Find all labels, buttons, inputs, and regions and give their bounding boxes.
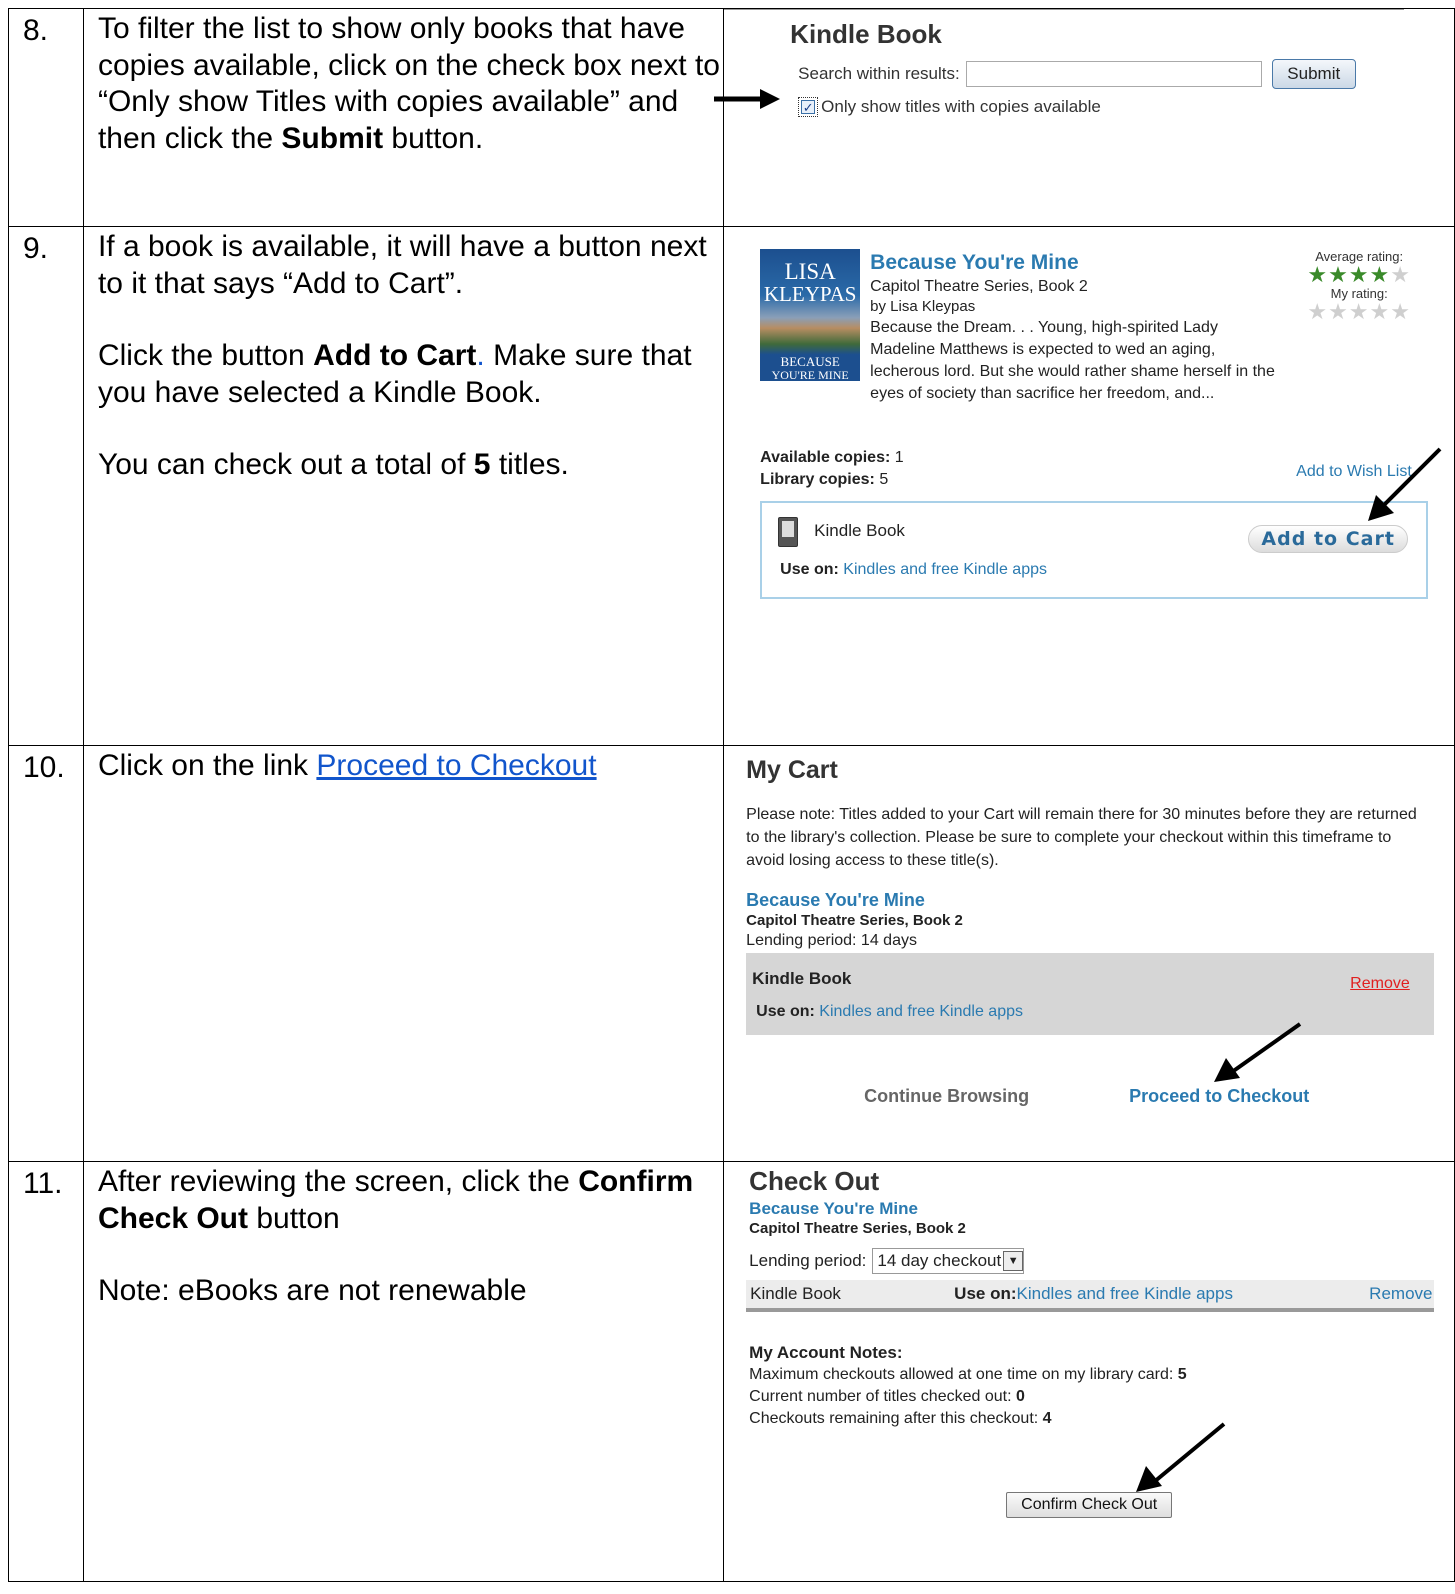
continue-browsing-link[interactable]: Continue Browsing xyxy=(864,1086,1029,1107)
cart-lending-period: Lending period: 14 days xyxy=(746,932,917,949)
section-heading: Check Out xyxy=(749,1166,880,1196)
cart-note: Please note: Titles added to your Cart w… xyxy=(746,806,1417,869)
section-heading: My Cart xyxy=(746,756,838,784)
book-author: by Lisa Kleypas xyxy=(870,298,976,315)
pointer-arrow-icon xyxy=(1136,1422,1226,1492)
step-row-11: 11. After reviewing the screen, click th… xyxy=(8,1161,1455,1582)
step-screenshot: My Cart Please note: Titles added to you… xyxy=(723,745,1455,1162)
pointer-arrow-icon xyxy=(1214,1022,1302,1082)
available-copies-label: Available copies: xyxy=(760,449,891,466)
checkout-book-title-link[interactable]: Because You're Mine xyxy=(749,1198,966,1219)
search-within-input[interactable] xyxy=(965,61,1262,87)
cart-item-panel: Kindle Book Remove Use on: Kindles and f… xyxy=(746,953,1435,1035)
instruction-text: Click the button xyxy=(97,339,314,372)
instruction-bold: 5 xyxy=(473,448,491,481)
section-heading: Kindle Book xyxy=(790,19,942,49)
my-rating-stars[interactable]: ★★★★★ xyxy=(1299,301,1419,323)
instruction-text: titles. xyxy=(490,448,569,481)
checkmark-icon: ✓ xyxy=(801,100,816,115)
add-to-cart-button[interactable]: Add to Cart xyxy=(1248,525,1409,553)
format-box: Kindle Book Add to Cart Use on: Kindles … xyxy=(760,501,1429,599)
book-title-link[interactable]: Because You're Mine xyxy=(870,249,1280,277)
step-number: 8. xyxy=(8,8,84,227)
chevron-down-icon: ▼ xyxy=(1003,1251,1024,1271)
use-on-link[interactable]: Kindles and free Kindle apps xyxy=(819,1003,1023,1020)
current-checkouts-value: 0 xyxy=(1015,1388,1025,1405)
instruction-text: button. xyxy=(383,121,484,155)
cover-title: BECAUSE xyxy=(780,354,840,369)
remaining-checkouts-label: Checkouts remaining after this checkout: xyxy=(749,1410,1039,1427)
use-on-label: Use on: xyxy=(954,1284,1017,1303)
proceed-to-checkout-reference-link[interactable]: Proceed to Checkout xyxy=(316,749,596,782)
copies-available-checkbox[interactable]: ✓ xyxy=(798,97,819,117)
step-screenshot: Check Out Because You're Mine Capitol Th… xyxy=(723,1161,1455,1582)
cover-author: LISA xyxy=(784,259,836,284)
max-checkouts-value: 5 xyxy=(1177,1366,1187,1383)
pointer-arrow-icon xyxy=(714,89,781,109)
cart-format-label: Kindle Book xyxy=(752,969,852,988)
max-checkouts-label: Maximum checkouts allowed at one time on… xyxy=(749,1366,1174,1383)
use-on-link[interactable]: Kindles and free Kindle apps xyxy=(1017,1284,1233,1303)
instruction-text: Click on the link xyxy=(97,749,317,782)
account-notes-heading: My Account Notes: xyxy=(749,1343,903,1362)
remove-link[interactable]: Remove xyxy=(1350,975,1410,993)
step-row-8: 8. To filter the list to show only books… xyxy=(8,8,1455,227)
remove-link[interactable]: Remove xyxy=(1369,1284,1432,1304)
screenshot-top-border xyxy=(724,9,1405,11)
library-copies-value: 5 xyxy=(879,471,889,488)
format-label: Kindle Book xyxy=(814,521,905,540)
search-label: Search within results: xyxy=(798,64,960,83)
lending-period-label: Lending period: xyxy=(749,1251,867,1270)
use-on-label: Use on: xyxy=(780,561,839,578)
cart-book-title-link[interactable]: Because You're Mine xyxy=(746,889,963,911)
use-on-label: Use on: xyxy=(756,1003,815,1020)
submit-button[interactable]: Submit xyxy=(1271,59,1356,89)
available-copies-value: 1 xyxy=(894,449,904,466)
remaining-checkouts-value: 4 xyxy=(1042,1410,1052,1427)
step-instructions: Click on the link Proceed to Checkout xyxy=(82,745,725,1162)
step-screenshot: Kindle Book Search within results: Submi… xyxy=(714,8,1455,227)
instruction-text: button xyxy=(248,1201,340,1235)
book-description: Because the Dream. . . Young, high-spiri… xyxy=(870,319,1275,402)
kindle-device-icon xyxy=(778,517,799,547)
lending-period-value: 14 day checkout xyxy=(877,1251,1002,1270)
step-instructions: To filter the list to show only books th… xyxy=(82,8,725,227)
instruction-text: . xyxy=(476,339,485,372)
instruction-text: Note: eBooks are not renewable xyxy=(97,1274,527,1307)
checkout-item-row: Kindle Book Use on:Kindles and free Kind… xyxy=(746,1280,1435,1312)
step-instructions: After reviewing the screen, click the Co… xyxy=(82,1161,725,1582)
instruction-text: After reviewing the screen, click the xyxy=(97,1165,579,1198)
instruction-text: If a book is available, it will have a b… xyxy=(97,230,707,300)
current-checkouts-label: Current number of titles checked out: xyxy=(749,1388,1012,1405)
pointer-arrow-icon xyxy=(1368,447,1442,521)
step-number: 9. xyxy=(8,226,84,746)
cover-title: YOU'RE MINE xyxy=(771,368,849,382)
step-number: 10. xyxy=(8,745,84,1162)
average-rating-stars: ★★★★★ xyxy=(1307,262,1411,287)
checkout-book-series: Capitol Theatre Series, Book 2 xyxy=(749,1220,966,1237)
instruction-bold: Add to Cart xyxy=(313,339,477,372)
book-series: Capitol Theatre Series, Book 2 xyxy=(870,278,1088,295)
library-copies-label: Library copies: xyxy=(760,471,875,488)
cover-author: KLEYPAS xyxy=(763,282,857,306)
instruction-bold: Submit xyxy=(281,121,384,155)
use-on-link[interactable]: Kindles and free Kindle apps xyxy=(843,561,1047,578)
book-cover[interactable]: LISA KLEYPAS BECAUSE YOU'RE MINE xyxy=(760,249,861,382)
checkbox-label: Only show titles with copies available xyxy=(821,97,1101,116)
step-screenshot: LISA KLEYPAS BECAUSE YOU'RE MINE Because… xyxy=(723,226,1455,746)
lending-period-select[interactable]: 14 day checkout ▼ xyxy=(872,1248,1025,1274)
instructions-table: 8. To filter the list to show only books… xyxy=(8,8,1455,1582)
checkout-format-label: Kindle Book xyxy=(750,1284,841,1303)
instruction-text: You can check out a total of xyxy=(97,448,474,481)
step-number: 11. xyxy=(8,1161,84,1582)
step-row-10: 10. Click on the link Proceed to Checkou… xyxy=(8,745,1455,1162)
cart-book-series: Capitol Theatre Series, Book 2 xyxy=(746,912,963,929)
step-row-9: 9. If a book is available, it will have … xyxy=(8,226,1455,746)
proceed-to-checkout-link[interactable]: Proceed to Checkout xyxy=(1129,1086,1309,1107)
step-instructions: If a book is available, it will have a b… xyxy=(82,226,725,746)
